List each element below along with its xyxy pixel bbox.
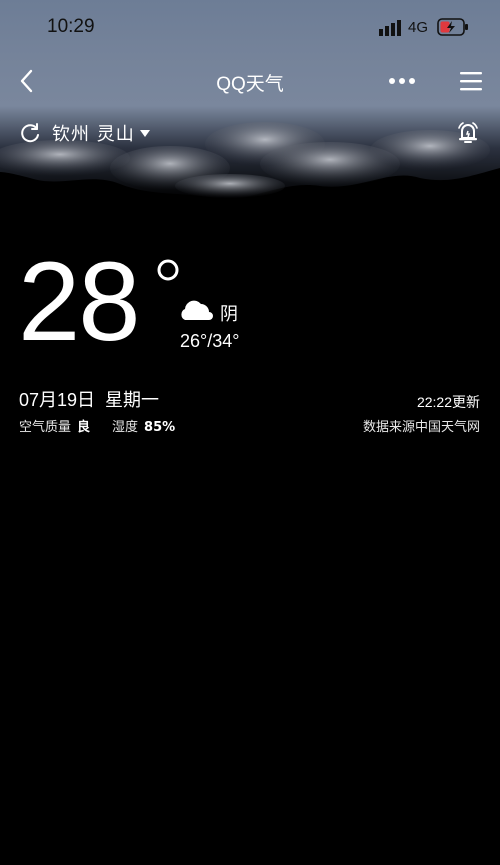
weather-panel: 钦州 灵山 28 阴 26°/34° 07月19日 星期一 22:22更新 空气… (0, 106, 500, 865)
network-type: 4G (408, 19, 429, 36)
signal-bars-icon (379, 20, 401, 36)
location-selector[interactable]: 钦州 灵山 (18, 120, 151, 146)
weather-app-screen: 10:29 4G QQ天气 钦州 灵山 28 阴 26°/34° 07月19日 … (0, 0, 500, 865)
humidity-value: 85% (144, 420, 176, 435)
refresh-icon[interactable] (18, 121, 42, 145)
cloud-icon (181, 300, 213, 320)
update-time: 22:22更新 (416, 394, 480, 410)
battery-charging-icon (437, 18, 468, 36)
temperature-range: 26°/34° (180, 331, 240, 351)
air-quality-value: 良 (77, 420, 91, 435)
hamburger-menu-icon[interactable] (456, 66, 486, 96)
weather-condition: 阴 (220, 304, 238, 325)
location-name[interactable]: 钦州 灵山 (52, 120, 135, 146)
more-dots-icon[interactable] (386, 66, 418, 96)
status-bar: 10:29 4G (0, 0, 500, 56)
degree-symbol-icon (157, 259, 179, 281)
nav-bar: QQ天气 (0, 56, 500, 106)
dropdown-triangle-icon[interactable] (139, 127, 151, 139)
status-time: 10:29 (47, 16, 95, 37)
date-label: 07月19日 星期一 (19, 390, 160, 410)
current-temperature: 28 (18, 239, 141, 364)
page-title: QQ天气 (216, 74, 284, 95)
data-source: 数据来源中国天气网 (362, 420, 480, 435)
air-quality-label: 空气质量 (19, 420, 72, 435)
weather-details: 空气质量良 湿度 85% (19, 416, 175, 435)
humidity-label: 湿度 (112, 420, 139, 435)
alarm-bell-icon[interactable] (455, 120, 481, 146)
